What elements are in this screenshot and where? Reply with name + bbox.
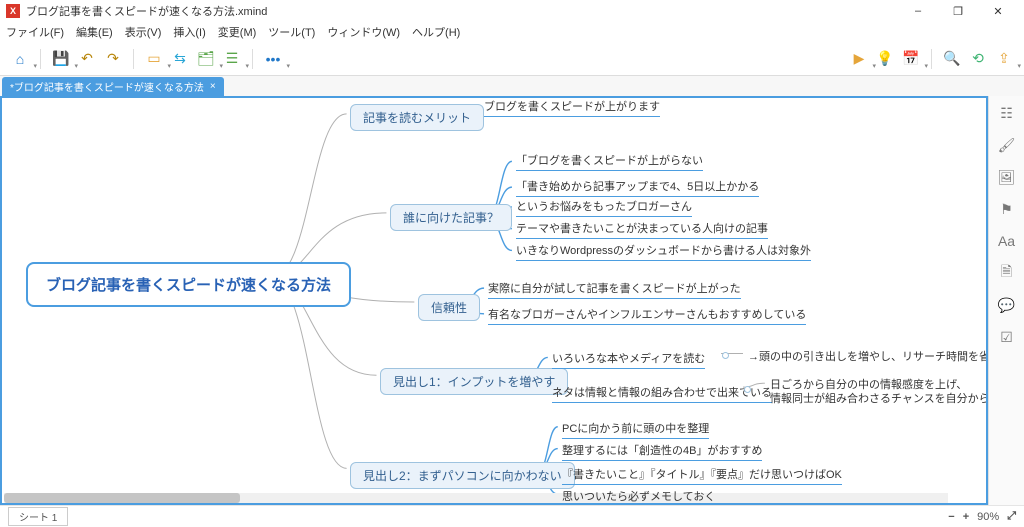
leaf[interactable]: いろいろな本やメディアを読む [552, 350, 705, 369]
menu-help[interactable]: ヘルプ(H) [412, 24, 460, 40]
menu-view[interactable]: 表示(V) [125, 24, 162, 40]
leaf[interactable]: 有名なブロガーさんやインフルエンサーさんもおすすめしている [488, 306, 806, 325]
export-icon[interactable]: ⇪ [994, 49, 1014, 69]
task-icon[interactable]: ☑ [996, 326, 1018, 348]
format-icon[interactable]: 🖌 [996, 134, 1018, 156]
separator [40, 49, 41, 69]
menu-tool[interactable]: ツール(T) [268, 24, 315, 40]
more-icon[interactable]: ••• [263, 49, 283, 69]
marker-icon[interactable]: ⚑ [996, 198, 1018, 220]
leaf[interactable]: というお悩みをもったブロガーさん [516, 198, 692, 217]
zoom-in-button[interactable]: + [963, 511, 969, 523]
mindmap-canvas[interactable]: ブログ記事を書くスピードが速くなる方法 記事を読むメリット ブログを書くスピード… [0, 96, 988, 505]
maximize-button[interactable]: ❐ [938, 0, 978, 22]
zoom-fit-button[interactable]: ⤢ [1007, 510, 1016, 523]
toolbar: ⌂ 💾 ↶ ↷ ▭ ⇆ 🗂 ☰ ••• ▶ 💡 📅 🔍 ⟲ ⇪ [0, 42, 1024, 76]
window-title: ブログ記事を書くスピードが速くなる方法.xmind [26, 3, 267, 19]
leaf[interactable]: テーマや書きたいことが決まっている人向けの記事 [516, 220, 768, 239]
status-bar: シート 1 − + 90% ⤢ [0, 505, 1024, 527]
leaf[interactable]: →頭の中の引き出しを増やし、リサーチ時間を省略・短縮する [748, 348, 988, 364]
leaf[interactable]: いきなりWordpressのダッシュボードから書ける人は対象外 [516, 242, 811, 261]
topic-trust[interactable]: 信頼性 [418, 294, 480, 321]
collapse-dot[interactable] [744, 386, 751, 393]
topic-target[interactable]: 誰に向けた記事？ [390, 204, 512, 231]
horizontal-scrollbar[interactable] [4, 493, 948, 503]
collapse-dot[interactable] [722, 352, 729, 359]
topic-heading1[interactable]: 見出し1：インプットを増やす [380, 368, 568, 395]
font-icon[interactable]: Aa [996, 230, 1018, 252]
zoom-out-button[interactable]: − [948, 511, 954, 523]
app-logo: X [6, 4, 20, 18]
document-tabs: *ブログ記事を書くスピードが速くなる方法 × [0, 76, 1024, 96]
menu-bar: ファイル(F) 編集(E) 表示(V) 挿入(I) 変更(M) ツール(T) ウ… [0, 22, 1024, 42]
leaf[interactable]: PCに向かう前に頭の中を整理 [562, 420, 709, 439]
leaf[interactable]: 「書き始めから記事アップまで4、5日以上かかる [516, 178, 759, 197]
zoom-level: 90% [977, 511, 999, 523]
root-topic[interactable]: ブログ記事を書くスピードが速くなる方法 [26, 262, 351, 307]
menu-file[interactable]: ファイル(F) [6, 24, 64, 40]
leaf[interactable]: 実際に自分が試して記事を書くスピードが上がった [488, 280, 741, 299]
tab-close-icon[interactable]: × [210, 81, 216, 92]
leaf[interactable]: 『書きたいこと』『タイトル』『要点』だけ思いつけばOK [562, 466, 842, 485]
share-icon[interactable]: ⟲ [968, 49, 988, 69]
leaf[interactable]: ネタは情報と情報の組み合わせで出来ている [552, 384, 772, 403]
topic-icon[interactable]: ▭ [144, 49, 164, 69]
minimize-button[interactable]: – [898, 0, 938, 22]
idea-icon[interactable]: 💡 [875, 49, 895, 69]
sheet-tab[interactable]: シート 1 [8, 507, 68, 526]
redo-icon[interactable]: ↷ [103, 49, 123, 69]
tab-active[interactable]: *ブログ記事を書くスピードが速くなる方法 × [2, 77, 224, 96]
scrollbar-thumb[interactable] [4, 493, 240, 503]
right-sidebar: ☷ 🖌 🖼 ⚑ Aa 🗎 💬 ☑ [988, 96, 1024, 505]
menu-modify[interactable]: 変更(M) [218, 24, 257, 40]
menu-insert[interactable]: 挿入(I) [173, 24, 205, 40]
leaf[interactable]: 「ブログを書くスピードが上がらない [516, 152, 703, 171]
notes-icon[interactable]: 🗎 [996, 262, 1018, 284]
comments-icon[interactable]: 💬 [996, 294, 1018, 316]
menu-edit[interactable]: 編集(E) [76, 24, 113, 40]
boundary-icon[interactable]: 🗂 [196, 49, 216, 69]
leaf[interactable]: 情報同士が組み合わさるチャンスを自分から作る [770, 390, 988, 406]
gantt-icon[interactable]: 📅 [901, 49, 921, 69]
leaf[interactable]: ブログを書くスピードが上がります [484, 98, 660, 117]
home-icon[interactable]: ⌂ [10, 49, 30, 69]
separator [931, 49, 932, 69]
topic-heading2[interactable]: 見出し2：まずパソコンに向かわない [350, 462, 575, 489]
separator [252, 49, 253, 69]
search-icon[interactable]: 🔍 [942, 49, 962, 69]
separator [133, 49, 134, 69]
summary-icon[interactable]: ☰ [222, 49, 242, 69]
menu-window[interactable]: ウィンドウ(W) [327, 24, 400, 40]
tab-label: *ブログ記事を書くスピードが速くなる方法 [10, 79, 204, 94]
close-button[interactable]: ✕ [978, 0, 1018, 22]
undo-icon[interactable]: ↶ [77, 49, 97, 69]
presentation-icon[interactable]: ▶ [849, 49, 869, 69]
leaf[interactable]: 思いついたら必ずメモしておく [562, 488, 715, 505]
leaf[interactable]: 整理するには「創造性の4B」がおすすめ [562, 442, 762, 461]
outline-icon[interactable]: ☷ [996, 102, 1018, 124]
save-icon[interactable]: 💾 [51, 49, 71, 69]
image-icon[interactable]: 🖼 [996, 166, 1018, 188]
topic-merit[interactable]: 記事を読むメリット [350, 104, 484, 131]
relationship-icon[interactable]: ⇆ [170, 49, 190, 69]
